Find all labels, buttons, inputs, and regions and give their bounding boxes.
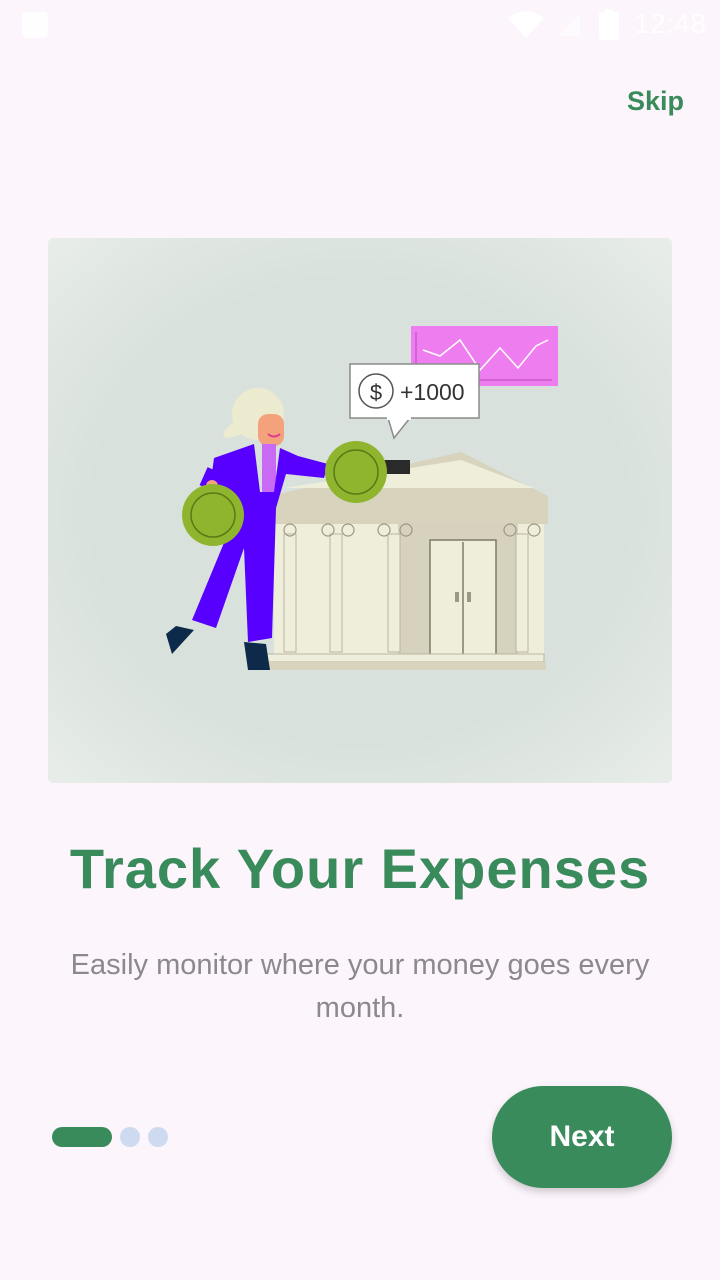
coin-icon	[325, 441, 387, 503]
battery-icon	[599, 9, 619, 40]
wifi-icon	[508, 11, 544, 38]
onboarding-illustration: $ +1000	[48, 238, 672, 783]
notification-icon	[22, 12, 48, 38]
next-button[interactable]: Next	[492, 1086, 672, 1188]
onboarding-screen: 12:48 Skip $ +1000 Track Your Expenses E…	[0, 0, 720, 1280]
skip-button[interactable]: Skip	[627, 86, 684, 117]
coin-icon	[182, 484, 244, 546]
page-dot[interactable]	[148, 1127, 168, 1147]
svg-text:+1000: +1000	[400, 379, 465, 405]
bank-illustration: $ +1000	[166, 326, 558, 670]
onboarding-title: Track Your Expenses	[69, 837, 651, 900]
status-bar: 12:48	[0, 0, 720, 50]
bank-building	[258, 452, 548, 670]
signal-icon	[558, 14, 580, 36]
status-time: 12:48	[634, 8, 707, 39]
onboarding-subtitle: Easily monitor where your money goes eve…	[70, 949, 650, 1024]
deposit-bubble: $ +1000	[349, 363, 480, 440]
page-dot[interactable]	[120, 1127, 140, 1147]
svg-text:$: $	[370, 380, 382, 405]
page-dot-active[interactable]	[52, 1127, 112, 1147]
